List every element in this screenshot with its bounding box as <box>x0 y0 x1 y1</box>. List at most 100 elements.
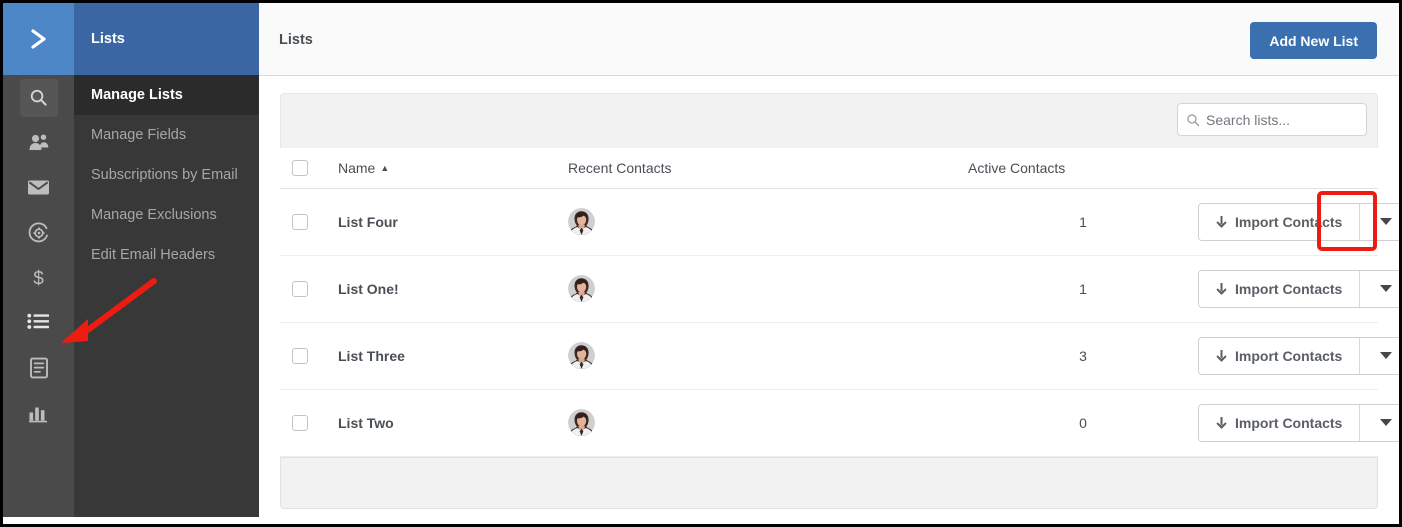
chevron-right-logo-icon <box>24 24 54 54</box>
import-contacts-label: Import Contacts <box>1235 347 1343 364</box>
sidebar-item-label: Manage Lists <box>91 87 183 103</box>
table-row[interactable]: List Three 3 Import Contacts <box>280 322 1399 390</box>
gear-circle-icon <box>28 222 50 244</box>
table-row[interactable]: List Four 1 Import Contacts <box>280 188 1399 256</box>
column-header-recent-contacts[interactable]: Recent Contacts <box>568 148 968 189</box>
search-icon <box>29 88 48 107</box>
sidebar-item-label: Edit Email Headers <box>91 247 216 263</box>
row-checkbox[interactable] <box>292 347 308 364</box>
import-contacts-dropdown-toggle[interactable] <box>1359 404 1399 441</box>
import-contacts-dropdown-toggle[interactable] <box>1359 203 1399 240</box>
table-footer <box>280 456 1378 509</box>
table-body: List Four 1 Import Contacts List One! 1 … <box>280 188 1399 457</box>
import-contacts-split-button: Import Contacts <box>1198 269 1399 308</box>
row-recent-contacts-cell <box>568 322 968 390</box>
table-row[interactable]: List One! 1 Import Contacts <box>280 255 1399 323</box>
table-head: Name ▲ Recent Contacts Active Contacts <box>280 148 1378 189</box>
search-input[interactable] <box>1206 111 1358 128</box>
import-contacts-label: Import Contacts <box>1235 414 1343 431</box>
import-contacts-button[interactable]: Import Contacts <box>1199 404 1360 441</box>
import-contacts-label: Import Contacts <box>1235 280 1343 297</box>
row-recent-contacts-cell <box>568 389 968 457</box>
import-contacts-dropdown-toggle[interactable] <box>1359 337 1399 374</box>
app-window: $ Lists Manage Lists Manage Fields Subsc… <box>0 0 1402 527</box>
select-all-checkbox[interactable] <box>292 159 308 176</box>
page-title: Lists <box>279 32 313 48</box>
sidebar-item-manage-fields[interactable]: Manage Fields <box>74 115 259 155</box>
download-icon <box>1216 416 1227 430</box>
rail-item-email[interactable] <box>3 165 74 210</box>
row-checkbox[interactable] <box>292 414 308 431</box>
sidebar-item-label: Subscriptions by Email <box>91 167 238 183</box>
row-active-contacts-cell: 1 <box>968 255 1198 323</box>
row-name-cell[interactable]: List One! <box>338 255 568 323</box>
dollar-icon: $ <box>30 267 47 289</box>
rail-item-lists[interactable] <box>3 300 74 345</box>
sidebar-item-edit-email-headers[interactable]: Edit Email Headers <box>74 235 259 275</box>
search-icon <box>1186 113 1200 127</box>
document-icon <box>29 357 49 379</box>
rail-item-deals[interactable]: $ <box>3 255 74 300</box>
chevron-down-icon <box>1379 352 1392 359</box>
row-recent-contacts-cell <box>568 255 968 323</box>
import-contacts-button[interactable]: Import Contacts <box>1199 270 1360 307</box>
row-select-cell <box>280 188 338 256</box>
column-header-active-contacts-label: Active Contacts <box>968 159 1066 176</box>
add-new-list-button[interactable]: Add New List <box>1250 22 1377 59</box>
rail-item-automations[interactable] <box>3 210 74 255</box>
download-icon <box>1216 215 1227 229</box>
column-header-name-label: Name <box>338 159 376 176</box>
column-header-recent-contacts-label: Recent Contacts <box>568 159 672 176</box>
row-select-cell <box>280 389 338 457</box>
row-select-cell <box>280 322 338 390</box>
lists-panel: Name ▲ Recent Contacts Active Contacts <box>259 76 1399 509</box>
download-icon <box>1216 282 1227 296</box>
sidebar-item-manage-exclusions[interactable]: Manage Exclusions <box>74 195 259 235</box>
row-name-cell[interactable]: List Three <box>338 322 568 390</box>
row-checkbox[interactable] <box>292 213 308 230</box>
rail-item-search[interactable] <box>3 75 74 120</box>
search-box[interactable] <box>1177 103 1367 136</box>
avatar[interactable] <box>568 208 595 235</box>
chevron-down-icon <box>1379 218 1392 225</box>
app-logo[interactable] <box>3 3 74 75</box>
avatar[interactable] <box>568 342 595 369</box>
row-actions-cell: Import Contacts <box>1198 255 1399 323</box>
import-contacts-split-button: Import Contacts <box>1198 403 1399 442</box>
import-contacts-button[interactable]: Import Contacts <box>1199 203 1360 240</box>
import-contacts-split-button: Import Contacts <box>1198 202 1399 241</box>
table-header-row: Name ▲ Recent Contacts Active Contacts <box>280 148 1378 189</box>
row-active-contacts-cell: 0 <box>968 389 1198 457</box>
column-header-active-contacts[interactable]: Active Contacts <box>968 148 1198 189</box>
column-header-actions <box>1198 148 1378 189</box>
import-contacts-button[interactable]: Import Contacts <box>1199 337 1360 374</box>
row-checkbox[interactable] <box>292 280 308 297</box>
avatar[interactable] <box>568 275 595 302</box>
table-toolbar <box>280 93 1378 148</box>
bar-chart-icon <box>28 403 49 423</box>
sidebar-item-label: Manage Fields <box>91 127 187 143</box>
rail-item-contacts[interactable] <box>3 120 74 165</box>
chevron-down-icon <box>1379 285 1392 292</box>
row-actions-cell: Import Contacts <box>1198 389 1399 457</box>
import-contacts-split-button: Import Contacts <box>1198 336 1399 375</box>
envelope-icon <box>27 179 50 196</box>
import-contacts-dropdown-toggle[interactable] <box>1359 270 1399 307</box>
select-all-header <box>280 148 338 189</box>
svg-text:$: $ <box>33 268 44 289</box>
rail-item-forms[interactable] <box>3 345 74 390</box>
rail-item-reports[interactable] <box>3 390 74 435</box>
sidebar-item-subscriptions-by-email[interactable]: Subscriptions by Email <box>74 155 259 195</box>
table-row[interactable]: List Two 0 Import Contacts <box>280 389 1399 457</box>
import-contacts-label: Import Contacts <box>1235 213 1343 230</box>
page-header: Lists Add New List <box>259 3 1399 76</box>
row-select-cell <box>280 255 338 323</box>
sidebar: Lists Manage Lists Manage Fields Subscri… <box>74 3 259 517</box>
lists-table: Name ▲ Recent Contacts Active Contacts L… <box>280 148 1399 457</box>
row-name-cell[interactable]: List Two <box>338 389 568 457</box>
sidebar-item-label: Manage Exclusions <box>91 207 217 223</box>
row-name-cell[interactable]: List Four <box>338 188 568 256</box>
avatar[interactable] <box>568 409 595 436</box>
column-header-name[interactable]: Name ▲ <box>338 148 568 189</box>
sidebar-item-manage-lists[interactable]: Manage Lists <box>74 75 259 115</box>
